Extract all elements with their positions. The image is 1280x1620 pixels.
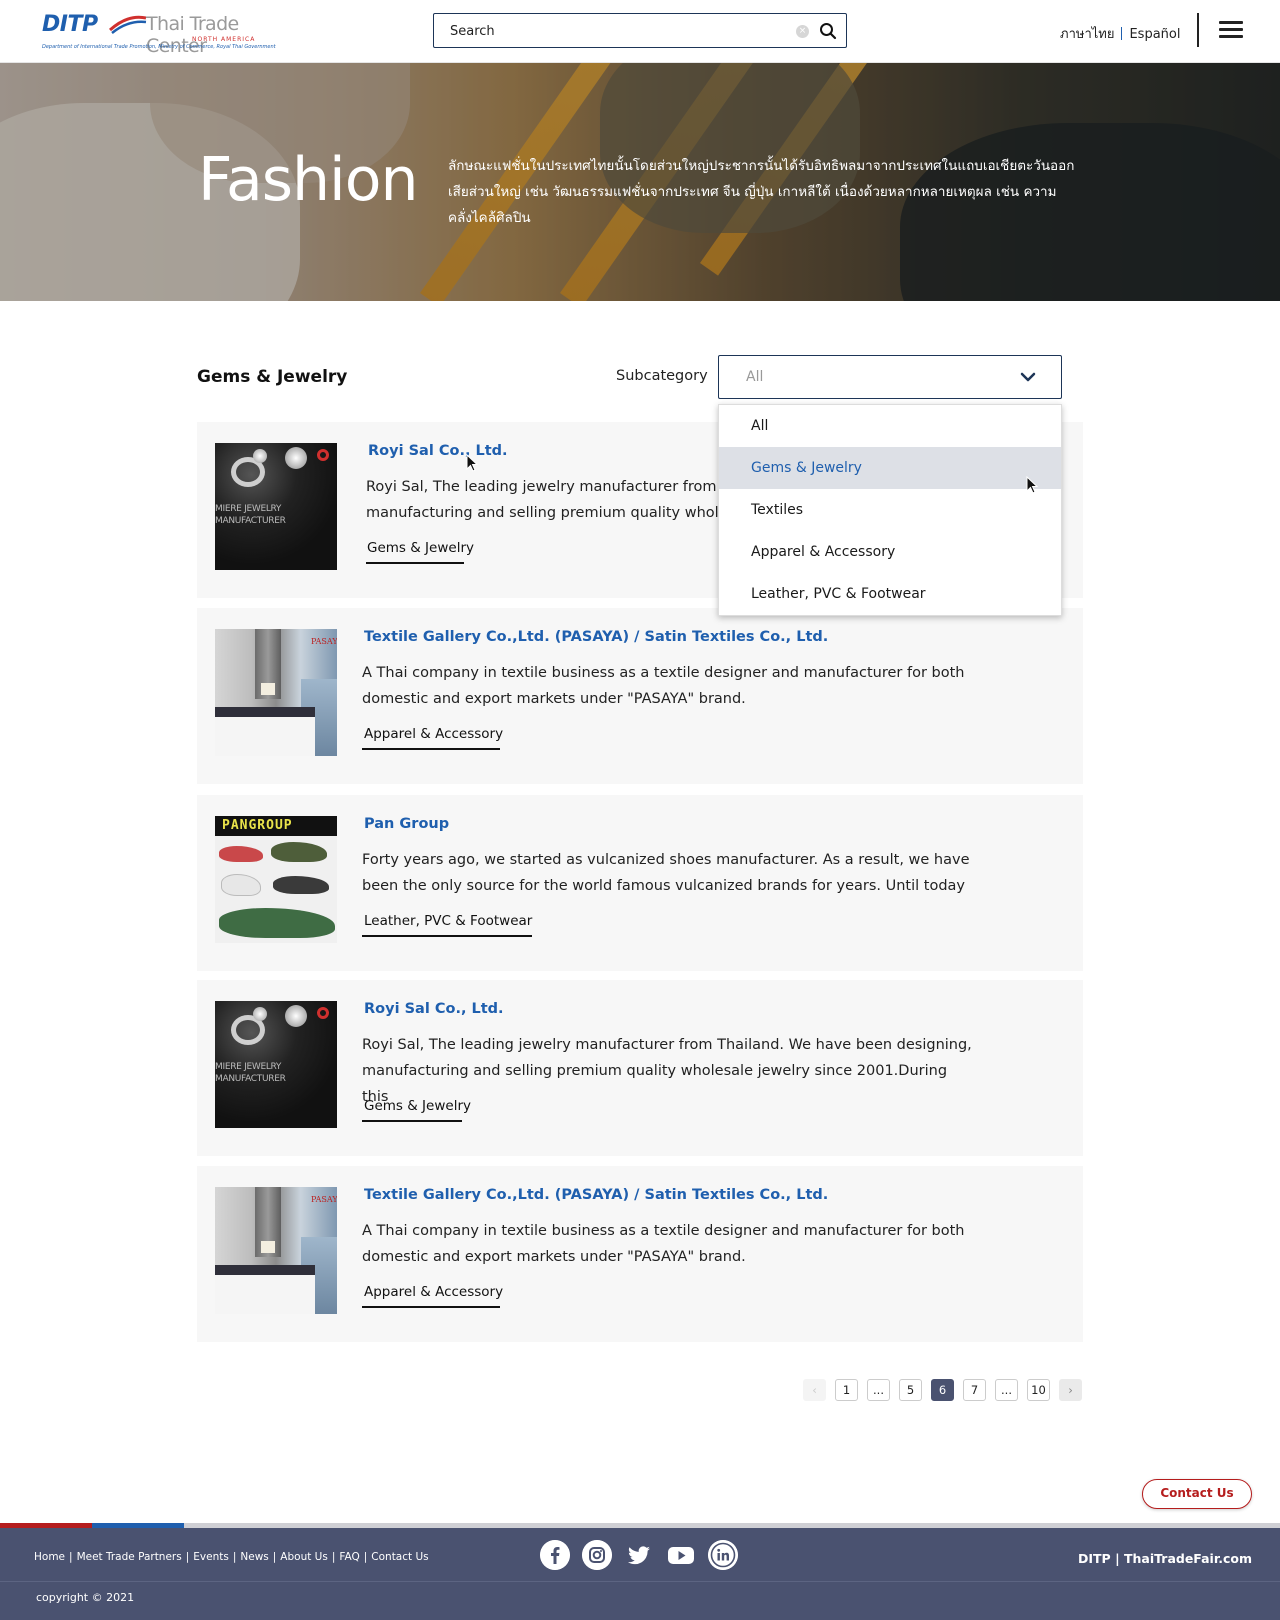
company-thumbnail[interactable]: PASAYA — [215, 629, 337, 756]
footer-link-news[interactable]: News — [240, 1551, 268, 1563]
logo-name: Thai Trade Center — [146, 13, 239, 57]
subcategory-option-apparel-accessory[interactable]: Apparel & Accessory — [719, 531, 1061, 573]
footer-link-events[interactable]: Events — [193, 1551, 229, 1563]
company-name-link[interactable]: Pan Group — [364, 816, 449, 832]
subcategory-option-all[interactable]: All — [719, 405, 1061, 447]
subcategory-dropdown: All Gems & Jewelry Textiles Apparel & Ac… — [718, 404, 1062, 616]
company-card: PANGROUP Pan Group Forty years ago, we s… — [197, 795, 1083, 971]
description-line: domestic and export markets under "PASAY… — [362, 691, 746, 707]
description-line: Forty years ago, we started as vulcanize… — [362, 852, 970, 868]
subcategory-label: Subcategory — [616, 368, 708, 384]
footer-link-meet-trade-partners[interactable]: Meet Trade Partners — [77, 1551, 182, 1563]
thumbnail-text: PANGROUP — [222, 818, 293, 833]
tag-underline — [362, 1306, 500, 1308]
tag-underline — [366, 562, 464, 564]
pagination-prev-button[interactable]: ‹ — [803, 1379, 826, 1401]
search-input[interactable] — [450, 22, 770, 40]
company-description: A Thai company in textile business as a … — [362, 660, 972, 712]
company-name-link[interactable]: Royi Sal Co., Ltd. — [368, 443, 508, 459]
company-name-link[interactable]: Textile Gallery Co.,Ltd. (PASAYA) / Sati… — [364, 1187, 828, 1203]
pagination-ellipsis: ... — [867, 1379, 890, 1401]
tag-underline — [362, 748, 500, 750]
description-line: been the only source for the world famou… — [362, 878, 965, 894]
description-line: A Thai company in textile business as a … — [362, 665, 965, 681]
facebook-icon[interactable] — [540, 1540, 570, 1570]
clear-search-icon[interactable]: × — [796, 25, 809, 38]
footer-links: Home | Meet Trade Partners | Events | News | Abo… — [34, 1551, 429, 1563]
menu-icon[interactable] — [1219, 21, 1243, 39]
footer-link-contact-us[interactable]: Contact Us — [371, 1551, 428, 1563]
lang-divider — [1121, 27, 1123, 40]
footer-link-faq[interactable]: FAQ — [339, 1551, 359, 1563]
pagination-page[interactable]: 7 — [963, 1379, 986, 1401]
description-line: domestic and export markets under "PASAY… — [362, 1249, 746, 1265]
thumbnail-text: MIERE JEWELRY MANUFACTURER — [215, 504, 286, 526]
logo-region: NORTH AMERICA — [192, 36, 256, 43]
company-description: Forty years ago, we started as vulcanize… — [362, 847, 972, 899]
twitter-icon[interactable] — [624, 1540, 654, 1570]
mouse-cursor-icon — [466, 454, 478, 472]
footer-divider — [0, 1581, 1280, 1582]
youtube-icon[interactable] — [666, 1540, 696, 1570]
company-thumbnail[interactable]: MIERE JEWELRY MANUFACTURER — [215, 443, 337, 570]
category-tag[interactable]: Leather, PVC & Footwear — [364, 913, 532, 929]
company-description: A Thai company in textile business as a … — [362, 1218, 972, 1270]
category-tag[interactable]: Gems & Jewelry — [367, 540, 474, 556]
hero-title: Fashion — [198, 145, 418, 215]
pagination-page-current[interactable]: 6 — [931, 1379, 954, 1401]
company-thumbnail[interactable]: MIERE JEWELRY MANUFACTURER — [215, 1001, 337, 1128]
search-icon[interactable] — [819, 22, 837, 40]
logo-subline: Department of International Trade Promot… — [42, 44, 276, 50]
hero-banner: Fashion ลักษณะแฟชั่นในประเทศไทยนั้นโดยส่… — [0, 63, 1280, 301]
pagination-ellipsis: ... — [995, 1379, 1018, 1401]
language-switcher: ภาษาไทย Español — [1060, 23, 1180, 44]
category-tag[interactable]: Gems & Jewelry — [364, 1098, 471, 1114]
company-name-link[interactable]: Textile Gallery Co.,Ltd. (PASAYA) / Sati… — [364, 629, 828, 645]
company-card: PASAYA Textile Gallery Co.,Ltd. (PASAYA)… — [197, 608, 1083, 784]
hero-description: ลักษณะแฟชั่นในประเทศไทยนั้นโดยส่วนใหญ่ปร… — [448, 158, 1075, 226]
subcategory-option-gems-jewelry[interactable]: Gems & Jewelry — [719, 447, 1061, 489]
tag-underline — [362, 1120, 462, 1122]
pagination-page[interactable]: 1 — [835, 1379, 858, 1401]
pagination-next-button[interactable]: › — [1059, 1379, 1082, 1401]
linkedin-icon[interactable] — [708, 1540, 738, 1570]
subcategory-select[interactable]: All — [718, 355, 1062, 399]
company-thumbnail[interactable]: PANGROUP — [215, 816, 337, 943]
contact-us-button[interactable]: Contact Us — [1142, 1479, 1252, 1509]
lang-thai-link[interactable]: ภาษาไทย — [1060, 27, 1114, 42]
subcategory-option-leather-pvc-footwear[interactable]: Leather, PVC & Footwear — [719, 573, 1061, 615]
thumbnail-text: PASAYA — [311, 637, 337, 646]
instagram-icon[interactable] — [582, 1540, 612, 1570]
thumbnail-text: PASAYA — [311, 1195, 337, 1204]
footer-link-home[interactable]: Home — [34, 1551, 65, 1563]
subcategory-select-value: All — [746, 369, 764, 385]
site-logo[interactable]: DITP Thai Trade Center NORTH AMERICA Dep… — [42, 10, 302, 57]
section-title: Gems & Jewelry — [197, 367, 348, 387]
pagination-page[interactable]: 10 — [1027, 1379, 1050, 1401]
footer-link-about-us[interactable]: About Us — [280, 1551, 328, 1563]
lang-spanish-link[interactable]: Español — [1129, 27, 1180, 42]
logo-ditp: DITP — [42, 12, 98, 37]
category-tag[interactable]: Apparel & Accessory — [364, 1284, 503, 1300]
category-tag[interactable]: Apparel & Accessory — [364, 726, 503, 742]
thumbnail-text: MIERE JEWELRY MANUFACTURER — [215, 1062, 286, 1084]
mouse-cursor-icon — [1026, 476, 1038, 494]
footer-brand[interactable]: DITP | ThaiTradeFair.com — [1078, 1551, 1252, 1566]
site-footer: Home | Meet Trade Partners | Events | News | Abo… — [0, 1528, 1280, 1620]
company-card: PASAYA Textile Gallery Co.,Ltd. (PASAYA)… — [197, 1166, 1083, 1342]
pagination-page[interactable]: 5 — [899, 1379, 922, 1401]
description-line: A Thai company in textile business as a … — [362, 1223, 965, 1239]
logo-swoosh-icon — [109, 15, 147, 34]
chevron-down-icon — [1020, 372, 1036, 382]
company-card: MIERE JEWELRY MANUFACTURER Royi Sal Co.,… — [197, 980, 1083, 1156]
company-name-link[interactable]: Royi Sal Co., Ltd. — [364, 1001, 504, 1017]
header-divider — [1197, 13, 1199, 47]
description-line: Royi Sal, The leading jewelry manufactur… — [362, 1037, 972, 1053]
search-box: × — [433, 13, 847, 48]
tag-underline — [362, 935, 532, 937]
copyright-text: copyright © 2021 — [36, 1591, 135, 1604]
company-thumbnail[interactable]: PASAYA — [215, 1187, 337, 1314]
site-header: DITP Thai Trade Center NORTH AMERICA Dep… — [0, 0, 1280, 63]
subcategory-option-textiles[interactable]: Textiles — [719, 489, 1061, 531]
